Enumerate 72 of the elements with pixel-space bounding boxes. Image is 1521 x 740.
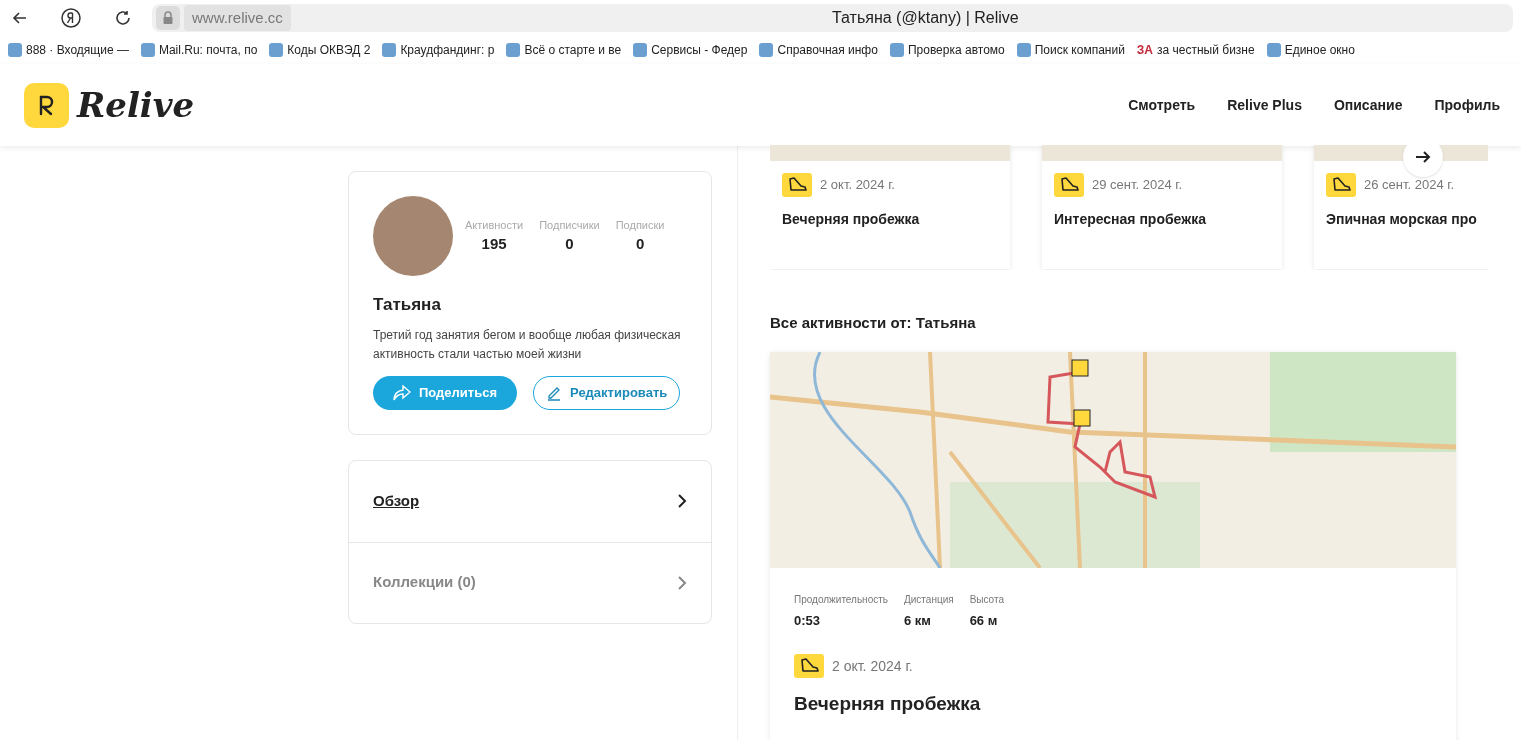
bookmark[interactable]: Коды ОКВЭД 2 [269, 41, 371, 59]
stat-label: Подписчики [539, 217, 600, 233]
favicon-icon [633, 43, 648, 57]
bookmark[interactable]: 888 · Входящие — [8, 41, 129, 59]
stat-value: 0 [635, 234, 645, 254]
stat-value: 0:53 [794, 611, 822, 630]
bookmark[interactable]: Краудфандинг: р [382, 41, 495, 59]
url-text[interactable]: www.relive.cc [184, 4, 291, 32]
address-bar[interactable]: www.relive.cc Татьяна (@ktany) | Relive [152, 4, 1513, 32]
stat-label: Подписки [615, 217, 665, 233]
favicon-icon [889, 43, 904, 57]
bookmark[interactable]: Единое окно [1266, 41, 1355, 59]
shoe-icon [794, 654, 824, 678]
shoe-icon [1326, 173, 1356, 197]
favicon-icon [140, 43, 155, 57]
stat-value: 0 [565, 234, 574, 254]
stat-label: Дистанция [904, 592, 954, 607]
chevron-right-icon [677, 493, 687, 509]
bookmark[interactable]: Сервисы - Федер [633, 41, 748, 59]
bookmark[interactable]: Всё о старте и ве [506, 41, 622, 59]
favicon-icon [269, 43, 284, 57]
favicon-icon [1266, 43, 1281, 57]
chevron-right-icon [677, 574, 687, 591]
activity-card[interactable]: 2 окт. 2024 г. Вечерняя пробежка [770, 145, 1010, 269]
bookmark[interactable]: Проверка автомо [889, 41, 1005, 59]
activity-date: 2 окт. 2024 г. [832, 656, 913, 676]
nav-link[interactable]: Relive Plus [1227, 94, 1302, 116]
profile-name: Татьяна [373, 294, 442, 316]
stat-label: Высота [969, 592, 1004, 607]
logo-icon[interactable] [24, 82, 69, 128]
bookmark[interactable]: Mail.Ru: почта, по [140, 41, 258, 59]
nav-link[interactable]: Смотреть [1128, 94, 1196, 116]
stat-value: 66 м [969, 611, 999, 630]
bookmark[interactable]: Справочная инфо [759, 41, 878, 59]
section-heading: Все активности от: Татьяна [770, 313, 977, 333]
activity-title: Интересная пробежка [1053, 210, 1207, 229]
back-icon[interactable] [12, 10, 28, 26]
favicon-icon [1016, 43, 1031, 57]
activity-card[interactable]: Продолжительность 0:53 Дистанция 6 км Высота 66 м 2 окт. 2024 г. Вечерняя пробежка [770, 351, 1456, 740]
stat-value: 6 км [904, 611, 932, 630]
activity-date: 29 сент. 2024 г. [1092, 176, 1183, 195]
activity-title: Эпичная морская про [1325, 210, 1478, 229]
favicon-icon [759, 43, 774, 57]
profile-bio: Третий год занятия бегом и вообще любая физическая активность стали частью моей жизни [373, 326, 682, 363]
nav-link[interactable]: Описание [1333, 94, 1403, 116]
bookmark[interactable]: Поиск компаний [1016, 41, 1125, 59]
shoe-icon [1054, 173, 1084, 197]
reload-icon[interactable] [114, 9, 132, 27]
browser-logo-icon[interactable] [60, 7, 82, 29]
bookmark-icon-label: ЗА [1136, 42, 1154, 59]
activity-title[interactable]: Вечерняя пробежка [770, 690, 1456, 719]
activity-date: 2 окт. 2024 г. [820, 176, 895, 195]
activity-card[interactable]: 29 сент. 2024 г. Интересная пробежка [1042, 145, 1282, 269]
shoe-icon [782, 173, 812, 197]
arrow-right-icon [1415, 150, 1431, 164]
favicon-icon [8, 43, 22, 57]
activity-date: 26 сент. 2024 г. [1364, 176, 1455, 195]
menu-item[interactable]: Коллекции (0) [349, 541, 711, 623]
favicon-icon [506, 43, 521, 57]
stat-value: 195 [481, 234, 507, 254]
stat-label: Активности [465, 217, 524, 233]
lock-icon [156, 6, 180, 30]
menu-item[interactable]: Обзор [349, 460, 711, 542]
page-title: Татьяна (@ktany) | Relive [832, 8, 1019, 28]
nav-link[interactable]: Профиль [1434, 94, 1500, 116]
stat-label: Продолжительность [794, 592, 888, 607]
share-icon [393, 384, 411, 401]
favicon-icon [382, 43, 397, 57]
activity-title: Вечерняя пробежка [781, 210, 921, 229]
next-button[interactable] [1403, 145, 1443, 177]
logo-text[interactable]: Relive [77, 79, 195, 131]
bookmark[interactable]: ЗА за честный бизне [1136, 41, 1255, 59]
